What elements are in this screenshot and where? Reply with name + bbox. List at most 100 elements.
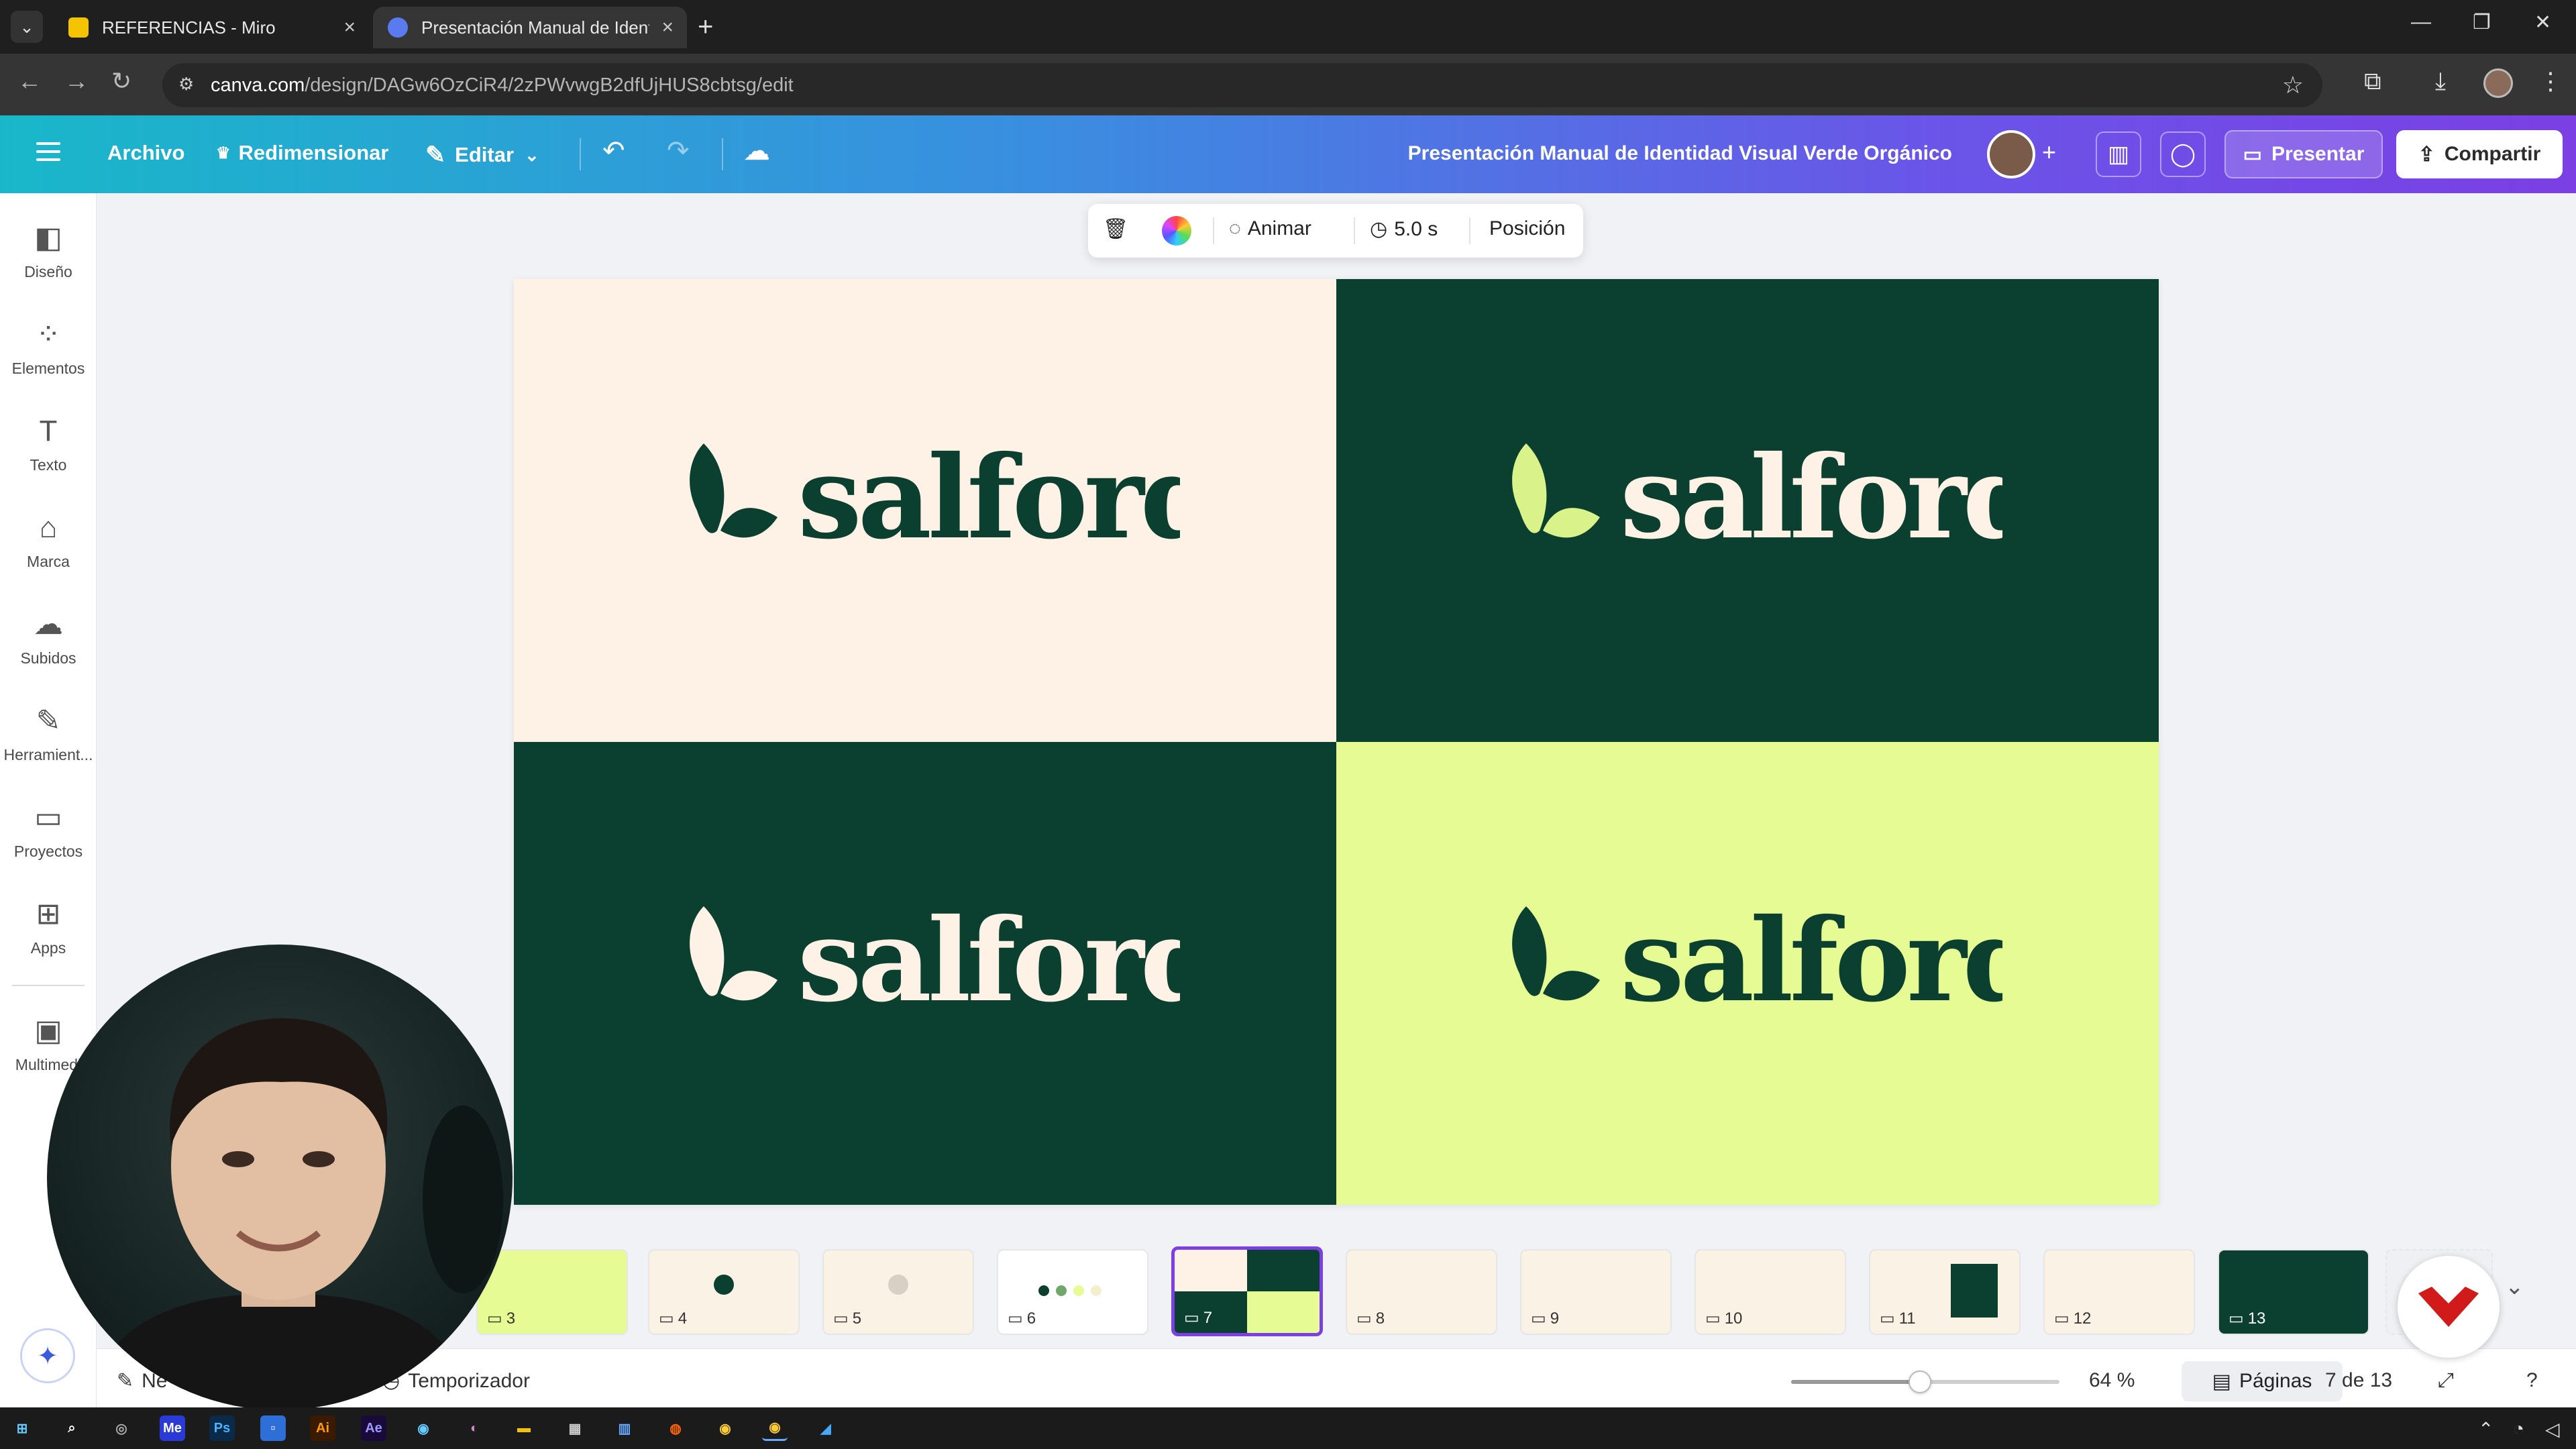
delete-trash-icon[interactable]: 🗑 [1103, 217, 1128, 241]
photoshop-icon[interactable]: Ps [209, 1415, 235, 1441]
pencil-icon: ✎ [425, 141, 446, 168]
resize-button[interactable]: ♛ Redimensionar [216, 141, 388, 165]
redo-icon[interactable]: ↷ [667, 136, 690, 166]
page-thumbnail[interactable]: ▭ 13 [2218, 1249, 2369, 1335]
extensions-icon[interactable]: ⧉ [2364, 67, 2381, 96]
page-thumbnail[interactable]: ▭ 10 [1695, 1249, 1846, 1335]
page-thumbnail-active[interactable]: ▭ 7 [1171, 1246, 1323, 1336]
page-thumbnail[interactable]: ▭ 4 [648, 1249, 800, 1335]
browser-menu-icon[interactable]: ⋮ [2538, 67, 2563, 95]
profile-avatar[interactable] [2483, 68, 2513, 98]
sidebar-item-projects[interactable]: ▭ Proyectos [0, 800, 97, 861]
calculator-icon[interactable]: ▦ [562, 1415, 588, 1441]
browser-tab-canva[interactable]: Presentación Manual de Identid × [373, 7, 687, 48]
chrome-icon[interactable]: ◉ [712, 1415, 738, 1441]
illustrator-icon[interactable]: Ai [310, 1415, 335, 1441]
page-indicator[interactable]: 7 de 13 [2325, 1369, 2392, 1392]
share-button[interactable]: ⇪ Compartir [2396, 130, 2563, 178]
close-tab-icon[interactable]: × [343, 16, 356, 39]
collaborator-avatar[interactable] [1987, 130, 2035, 178]
animate-button[interactable]: ◌ Animar [1229, 217, 1311, 240]
share-upload-icon: ⇪ [2418, 143, 2435, 166]
cloud-save-icon[interactable]: ☁ [743, 136, 770, 166]
sidebar-item-label: Herramient... [3, 746, 93, 763]
tab-search-button[interactable]: ⌄ [11, 11, 43, 43]
app-icon[interactable]: ◉ [411, 1415, 436, 1441]
logo-quadrant-dark-lime[interactable]: salford [1336, 279, 2159, 742]
insights-chart-icon[interactable]: ▥ [2096, 131, 2141, 177]
close-tab-icon[interactable]: × [661, 16, 674, 39]
magic-assistant-button[interactable]: ✦ [20, 1328, 75, 1383]
thumbnail-number: 11 [1898, 1309, 1916, 1328]
zoom-slider[interactable] [1791, 1371, 2059, 1393]
minimize-icon[interactable]: — [2411, 11, 2431, 34]
sidebar-item-label: Elementos [11, 360, 85, 377]
duration-button[interactable]: ◷ 5.0 s [1370, 217, 1438, 241]
add-collaborator-icon[interactable]: + [2042, 138, 2056, 166]
app-icon[interactable]: ◢ [813, 1415, 839, 1441]
edit-mode-button[interactable]: ✎ Editar ⌄ [425, 141, 539, 169]
page-thumbnail[interactable]: ▭ 11 [1869, 1249, 2021, 1335]
design-canvas[interactable]: salford salford salford salford [514, 279, 2159, 1205]
bookmark-star-icon[interactable]: ☆ [2282, 71, 2304, 99]
app-icon[interactable]: ▥ [612, 1415, 637, 1441]
sidebar-item-uploads[interactable]: ☁ Subidos [0, 606, 97, 667]
app-icon[interactable]: ▫ [260, 1415, 286, 1441]
taskview-icon[interactable]: ◎ [109, 1415, 134, 1441]
browser-tab-miro[interactable]: REFERENCIAS - Miro × [54, 7, 369, 48]
sidebar-item-brand[interactable]: ⌂ Marca [0, 510, 97, 571]
help-icon[interactable]: ? [2526, 1369, 2538, 1392]
sidebar-item-tools[interactable]: ✎ Herramient... [0, 703, 97, 764]
logo-quadrant-lime[interactable]: salford [1336, 742, 2159, 1205]
thumbnail-number: 3 [506, 1309, 516, 1328]
file-menu-button[interactable]: Archivo [107, 141, 184, 165]
firefox-icon[interactable]: ◍ [663, 1415, 688, 1441]
reload-icon[interactable]: ↻ [111, 67, 131, 95]
miro-favicon-icon [68, 17, 89, 38]
after-effects-icon[interactable]: Ae [361, 1415, 386, 1441]
sidebar-item-elements[interactable]: ⁘ Elementos [0, 317, 97, 378]
logo-quadrant-cream[interactable]: salford [514, 279, 1336, 742]
document-title[interactable]: Presentación Manual de Identidad Visual … [1408, 142, 1952, 165]
main-menu-icon[interactable] [36, 142, 60, 161]
download-icon[interactable]: ⤓ [2435, 67, 2446, 96]
fullscreen-icon[interactable]: ⤢ [2438, 1369, 2454, 1392]
sidebar-item-text[interactable]: T Texto [0, 413, 97, 474]
comment-icon: ▭ [1705, 1309, 1721, 1328]
windows-start-icon[interactable]: ⊞ [9, 1415, 35, 1441]
site-info-icon[interactable]: ⚙ [178, 74, 199, 94]
chevron-down-icon[interactable]: ⌄ [2505, 1273, 2524, 1300]
comments-icon[interactable]: ◯ [2160, 131, 2206, 177]
page-thumbnail[interactable]: ▭ 3 [476, 1249, 628, 1335]
page-thumbnail[interactable]: ▭ 9 [1520, 1249, 1672, 1335]
color-picker-button[interactable] [1162, 216, 1191, 246]
window-close-icon[interactable]: ✕ [2534, 11, 2551, 34]
chrome-active-icon[interactable]: ◉ [762, 1415, 788, 1441]
logo-quadrant-dark-cream[interactable]: salford [514, 742, 1336, 1205]
wifi-icon[interactable]: ◔ [2513, 1418, 2524, 1440]
file-explorer-icon[interactable]: ▬ [511, 1415, 537, 1441]
sidebar-item-design[interactable]: ◧ Diseño [0, 220, 97, 281]
zoom-value[interactable]: 64 % [2089, 1369, 2135, 1392]
app-icon[interactable]: ◐ [462, 1415, 487, 1441]
sidebar-item-apps[interactable]: ⊞ Apps [0, 896, 97, 957]
pages-view-button[interactable]: ▤ Páginas [2182, 1361, 2343, 1401]
page-thumbnail[interactable]: ▭ 6 [997, 1249, 1148, 1335]
restore-icon[interactable]: ❐ [2473, 11, 2491, 34]
search-icon[interactable]: ⌕ [59, 1415, 85, 1441]
forward-icon[interactable]: → [64, 67, 89, 95]
new-tab-button[interactable]: + [698, 12, 713, 42]
page-thumbnail[interactable]: ▭ 5 [822, 1249, 974, 1335]
undo-icon[interactable]: ↶ [602, 136, 625, 166]
tray-chevron-icon[interactable]: ⌃ [2478, 1418, 2493, 1440]
page-thumbnail[interactable]: ▭ 8 [1346, 1249, 1497, 1335]
back-icon[interactable]: ← [17, 67, 42, 95]
url-input[interactable]: ⚙ canva.com/design/DAGw6OzCiR4/2zPWvwgB2… [162, 63, 2322, 107]
volume-icon[interactable]: ◁ [2545, 1418, 2560, 1440]
page-thumbnail[interactable]: ▭ 12 [2043, 1249, 2195, 1335]
duration-label: 5.0 s [1394, 217, 1438, 240]
media-encoder-icon[interactable]: Me [160, 1415, 185, 1441]
position-button[interactable]: Posición [1489, 217, 1565, 240]
zoom-handle[interactable] [1909, 1371, 1931, 1393]
present-button[interactable]: ▭ Presentar [2224, 130, 2383, 178]
